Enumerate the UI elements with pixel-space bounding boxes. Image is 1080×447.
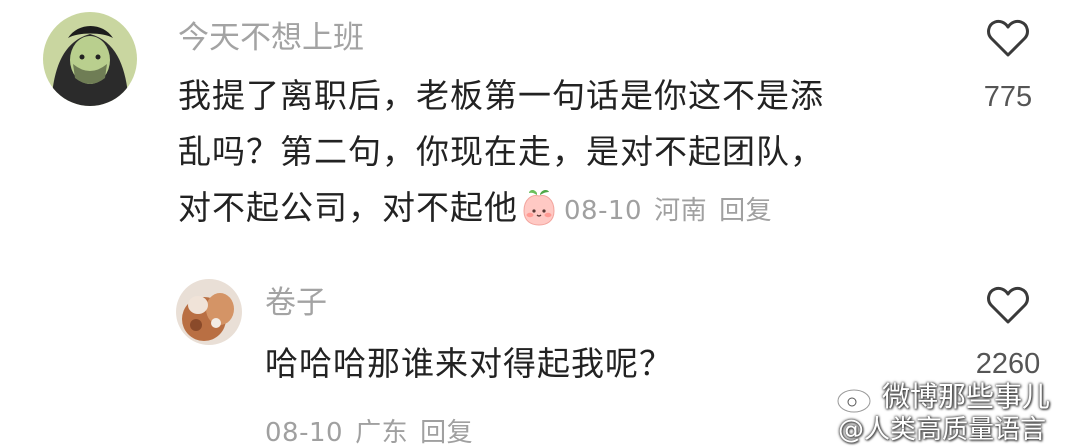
reply-text: 哈哈哈那谁来对得起我呢？ xyxy=(265,336,673,392)
comment-like-count: 775 xyxy=(983,81,1033,113)
heart-outline-icon[interactable] xyxy=(986,285,1030,325)
comment-text: 我提了离职后，老板第一句话是你这不是添 乱吗？第二句，你现在走，是对不起团队， … xyxy=(178,68,824,239)
reply-location: 广东 xyxy=(355,418,409,447)
reply-text-line: 哈哈哈那谁来对得起我呢？ xyxy=(265,344,673,383)
avatar[interactable] xyxy=(43,12,137,106)
comment-meta: 08-10 河南 回复 xyxy=(564,196,772,226)
heart-outline-icon[interactable] xyxy=(986,18,1030,58)
comment-location: 河南 xyxy=(654,196,708,226)
reply-like-count: 2260 xyxy=(975,348,1041,380)
peach-blush-emoji-icon xyxy=(520,187,558,227)
comment-text-line: 我提了离职后，老板第一句话是你这不是添 xyxy=(178,76,824,115)
comment-username[interactable]: 今天不想上班 xyxy=(178,20,364,56)
reply-username[interactable]: 卷子 xyxy=(265,285,327,321)
comment-text-line: 乱吗？第二句，你现在走，是对不起团队， xyxy=(178,132,824,171)
comment-text-tail: 对不起公司，对不起他 xyxy=(178,188,518,227)
weibo-logo-icon xyxy=(836,380,878,418)
watermark-line1: 微博那些事儿 xyxy=(882,380,1051,413)
watermark-line2: @人类高质量语言 xyxy=(838,415,1047,445)
reply-avatar[interactable] xyxy=(176,279,242,345)
reply-reply-button[interactable]: 回复 xyxy=(420,418,473,447)
reply-date: 08-10 xyxy=(265,418,344,447)
comment-date: 08-10 xyxy=(564,196,643,226)
reply-like-button[interactable]: 2260 xyxy=(963,285,1053,381)
comment-like-button[interactable]: 775 xyxy=(968,18,1048,114)
comment-reply-button[interactable]: 回复 xyxy=(719,196,772,226)
reply-meta: 08-10 广东 回复 xyxy=(265,412,473,447)
comment-text-line-with-meta: 对不起公司，对不起他 08-10 河南 回复 xyxy=(178,180,824,239)
